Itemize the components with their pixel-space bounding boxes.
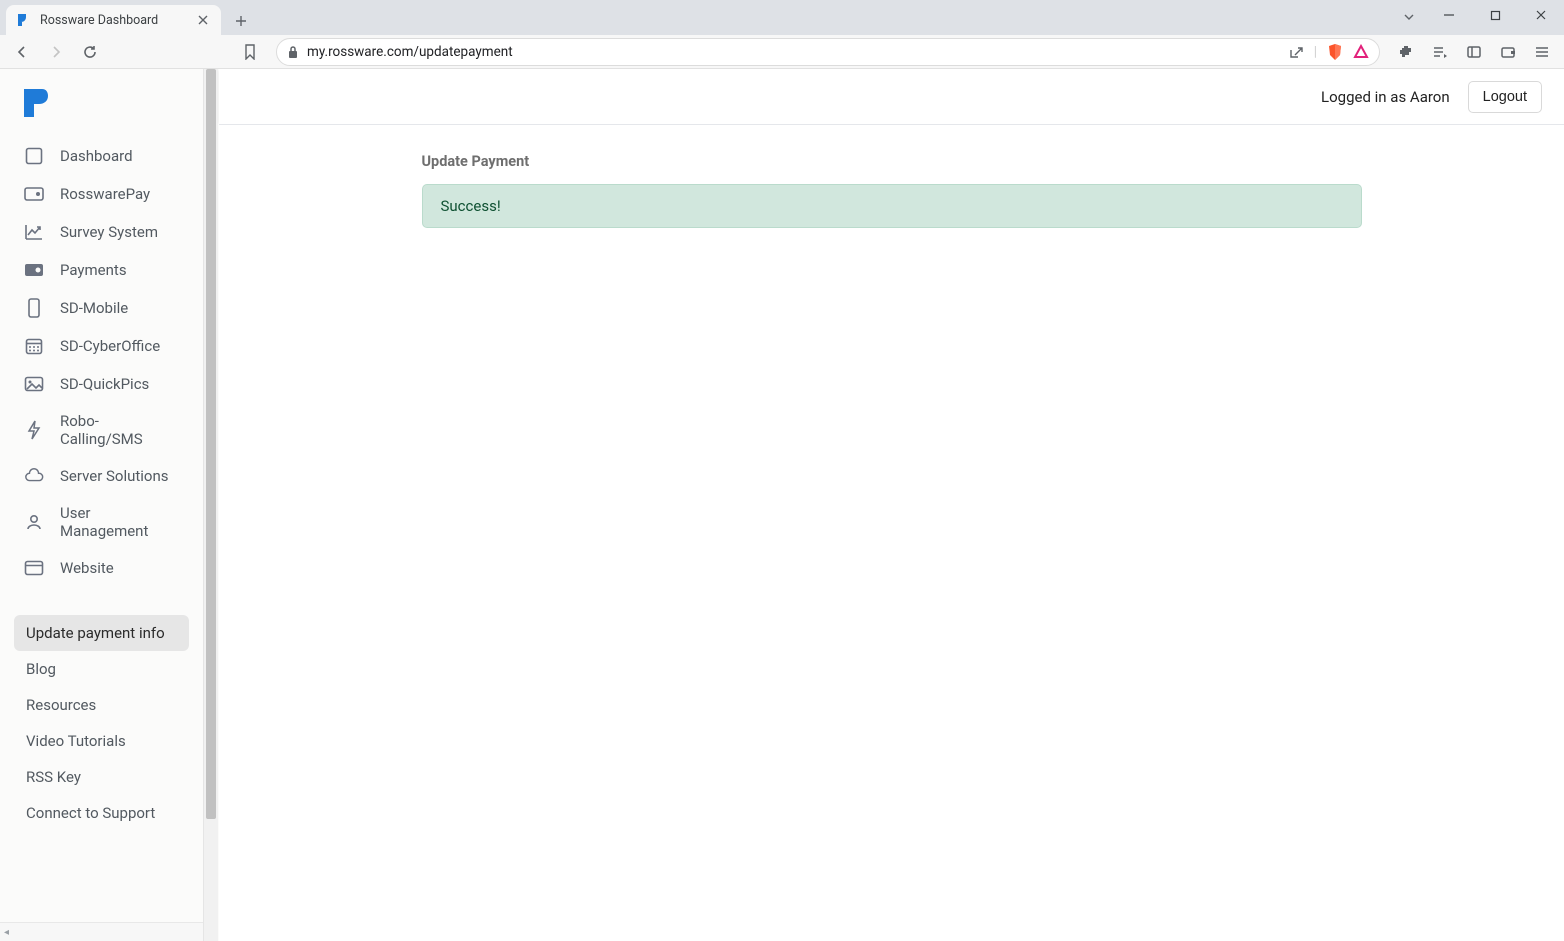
secondary-item-rss-key[interactable]: RSS Key bbox=[14, 759, 189, 795]
nav-label: User Management bbox=[60, 504, 179, 540]
window-maximize-button[interactable] bbox=[1472, 0, 1518, 30]
nav-item-website[interactable]: Website bbox=[14, 549, 189, 587]
nav-group: Dashboard RosswarePay Survey System bbox=[0, 129, 203, 587]
topbar: Logged in as Aaron Logout bbox=[219, 69, 1564, 125]
nav-label: Payments bbox=[60, 261, 179, 279]
tab-strip: Rossware Dashboard bbox=[0, 0, 1564, 35]
nav-label: Survey System bbox=[60, 223, 179, 241]
share-icon[interactable] bbox=[1288, 44, 1304, 60]
secondary-label: Update payment info bbox=[26, 624, 165, 642]
brave-rewards-icon[interactable] bbox=[1353, 44, 1369, 60]
page: Dashboard RosswarePay Survey System bbox=[0, 69, 1564, 941]
nav-item-robo-calling[interactable]: Robo-Calling/SMS bbox=[14, 403, 189, 457]
mobile-icon bbox=[24, 298, 44, 318]
wallet-button[interactable] bbox=[1494, 38, 1522, 66]
nav-label: SD-QuickPics bbox=[60, 375, 179, 393]
window-icon bbox=[24, 558, 44, 578]
browser-toolbar: my.rossware.com/updatepayment | bbox=[0, 35, 1564, 69]
alert-text: Success! bbox=[441, 197, 501, 215]
browser-tab[interactable]: Rossware Dashboard bbox=[6, 5, 221, 35]
window-close-button[interactable] bbox=[1518, 0, 1564, 30]
logo[interactable] bbox=[0, 69, 203, 129]
favicon-icon bbox=[16, 12, 32, 28]
nav-item-sd-quickpics[interactable]: SD-QuickPics bbox=[14, 365, 189, 403]
playlist-button[interactable] bbox=[1426, 38, 1454, 66]
sidebar: Dashboard RosswarePay Survey System bbox=[0, 69, 219, 941]
tab-close-icon[interactable] bbox=[195, 12, 211, 28]
secondary-item-connect-support[interactable]: Connect to Support bbox=[14, 795, 189, 831]
forward-button[interactable] bbox=[42, 38, 70, 66]
user-icon bbox=[24, 512, 44, 532]
success-alert: Success! bbox=[422, 184, 1362, 228]
brave-shields-icon[interactable] bbox=[1327, 43, 1343, 61]
main: Logged in as Aaron Logout Update Payment… bbox=[219, 69, 1564, 941]
nav-item-payments[interactable]: Payments bbox=[14, 251, 189, 289]
nav-item-user-management[interactable]: User Management bbox=[14, 495, 189, 549]
secondary-item-blog[interactable]: Blog bbox=[14, 651, 189, 687]
tab-title: Rossware Dashboard bbox=[40, 13, 187, 28]
back-button[interactable] bbox=[8, 38, 36, 66]
secondary-label: Blog bbox=[26, 660, 56, 678]
scrollbar-thumb[interactable] bbox=[206, 69, 216, 819]
chart-line-icon bbox=[24, 222, 44, 242]
sidepanel-button[interactable] bbox=[1460, 38, 1488, 66]
secondary-label: RSS Key bbox=[26, 768, 81, 786]
nav-item-rosswarepay[interactable]: RosswarePay bbox=[14, 175, 189, 213]
calendar-icon bbox=[24, 336, 44, 356]
reload-button[interactable] bbox=[76, 38, 104, 66]
cloud-icon bbox=[24, 466, 44, 486]
content: Update Payment Success! bbox=[219, 125, 1564, 256]
page-heading: Update Payment bbox=[422, 153, 1362, 170]
logout-button[interactable]: Logout bbox=[1468, 81, 1542, 113]
search-tabs-button[interactable] bbox=[1394, 4, 1424, 30]
bookmark-button[interactable] bbox=[236, 38, 264, 66]
secondary-label: Resources bbox=[26, 696, 96, 714]
browser-chrome: Rossware Dashboard bbox=[0, 0, 1564, 69]
secondary-label: Connect to Support bbox=[26, 804, 155, 822]
window-minimize-button[interactable] bbox=[1426, 0, 1472, 30]
extensions-button[interactable] bbox=[1392, 38, 1420, 66]
nav-label: Server Solutions bbox=[60, 467, 179, 485]
sidebar-scrollbar[interactable] bbox=[203, 69, 218, 941]
window-controls bbox=[1426, 0, 1564, 30]
lock-icon bbox=[287, 45, 299, 59]
scroll-left-icon[interactable]: ◂ bbox=[4, 927, 9, 938]
url-text: my.rossware.com/updatepayment bbox=[307, 44, 1280, 60]
nav-label: Robo-Calling/SMS bbox=[60, 412, 179, 448]
nav-item-server-solutions[interactable]: Server Solutions bbox=[14, 457, 189, 495]
secondary-label: Video Tutorials bbox=[26, 732, 126, 750]
horizontal-scroll-strip: ◂ ▸ bbox=[0, 922, 218, 941]
secondary-nav-group: Update payment info Blog Resources Video… bbox=[0, 587, 203, 841]
nav-label: SD-CyberOffice bbox=[60, 337, 179, 355]
nav-label: Website bbox=[60, 559, 179, 577]
dashboard-icon bbox=[24, 146, 44, 166]
payments-icon bbox=[24, 260, 44, 280]
image-icon bbox=[24, 374, 44, 394]
bolt-icon bbox=[24, 420, 44, 440]
secondary-item-resources[interactable]: Resources bbox=[14, 687, 189, 723]
address-bar[interactable]: my.rossware.com/updatepayment | bbox=[276, 38, 1380, 66]
logged-in-text: Logged in as Aaron bbox=[1321, 88, 1450, 106]
nav-label: RosswarePay bbox=[60, 185, 179, 203]
secondary-item-update-payment[interactable]: Update payment info bbox=[14, 615, 189, 651]
nav-item-dashboard[interactable]: Dashboard bbox=[14, 137, 189, 175]
nav-item-sd-cyberoffice[interactable]: SD-CyberOffice bbox=[14, 327, 189, 365]
nav-label: Dashboard bbox=[60, 147, 179, 165]
nav-item-survey-system[interactable]: Survey System bbox=[14, 213, 189, 251]
menu-button[interactable] bbox=[1528, 38, 1556, 66]
nav-item-sd-mobile[interactable]: SD-Mobile bbox=[14, 289, 189, 327]
new-tab-button[interactable] bbox=[227, 7, 255, 35]
nav-label: SD-Mobile bbox=[60, 299, 179, 317]
secondary-item-video-tutorials[interactable]: Video Tutorials bbox=[14, 723, 189, 759]
rosswarepay-icon bbox=[24, 184, 44, 204]
